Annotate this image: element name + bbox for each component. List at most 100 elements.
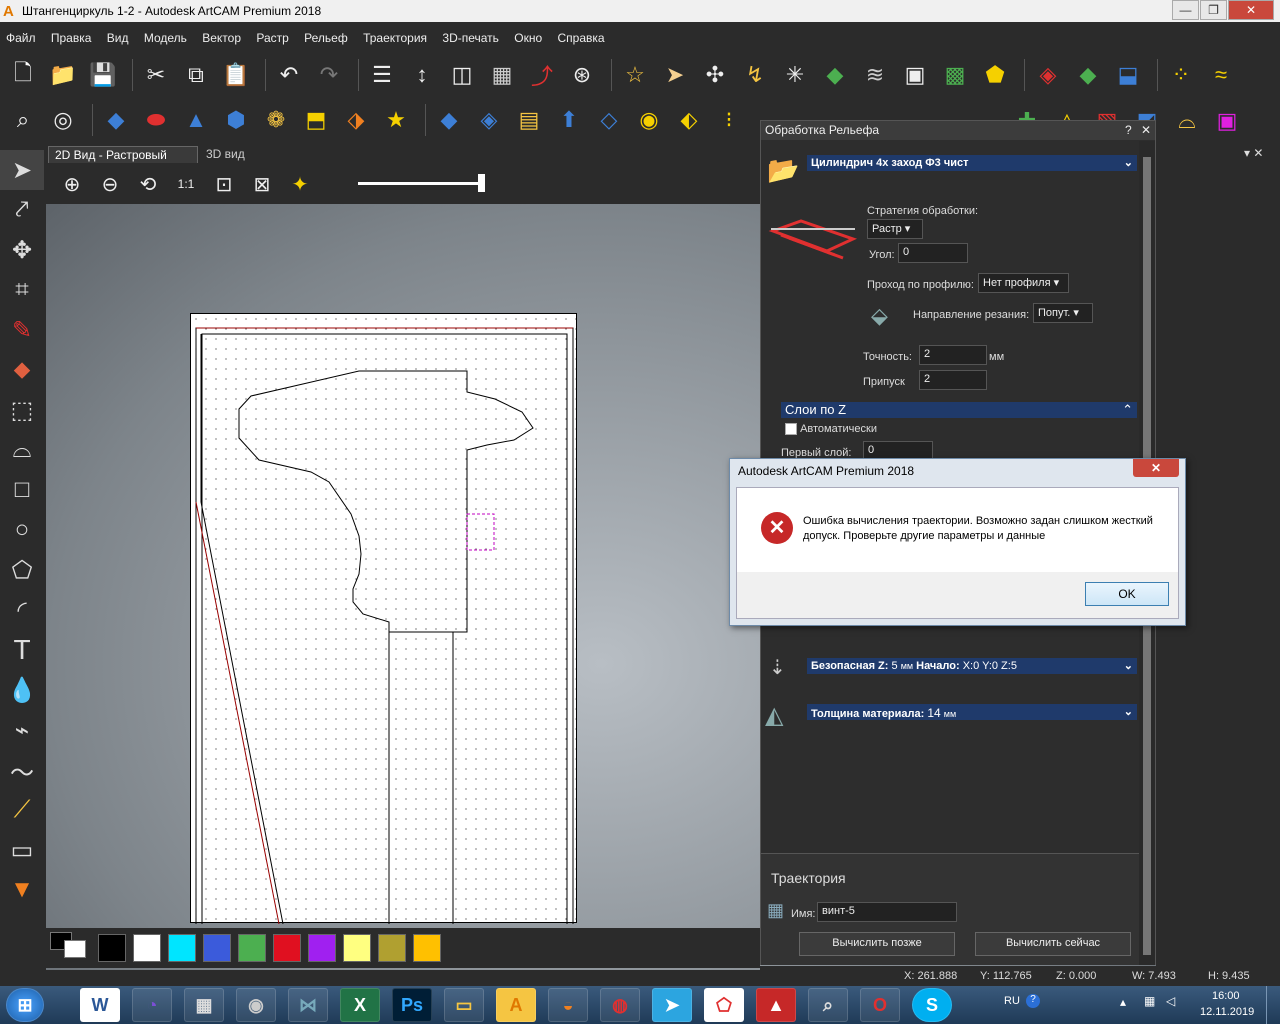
circle-icon[interactable]: ○ xyxy=(0,510,44,550)
palette-swatch[interactable] xyxy=(308,934,336,962)
paste-icon[interactable]: 📋 xyxy=(219,58,253,92)
layers-icon[interactable]: ≋ xyxy=(858,58,892,92)
angle-input[interactable]: 0 xyxy=(898,243,968,263)
extrude-icon[interactable]: ▲ xyxy=(179,103,213,137)
polyline-icon[interactable]: ⌓ xyxy=(0,430,44,470)
language-indicator[interactable]: RU xyxy=(1004,995,1020,1007)
point-relief-icon[interactable]: ⬖ xyxy=(672,103,706,137)
redo-icon[interactable]: ↷ xyxy=(312,58,346,92)
open-folder-icon[interactable]: 📁 xyxy=(46,58,80,92)
ftp-app-icon[interactable]: ◒ xyxy=(548,988,588,1022)
help-icon[interactable]: ? xyxy=(1125,123,1132,137)
dialog-close-button[interactable]: ✕ xyxy=(1133,459,1179,477)
split-relief-icon[interactable]: ◈ xyxy=(472,103,506,137)
ok-button[interactable]: OK xyxy=(1085,582,1169,606)
nodes-icon[interactable]: ⁘ xyxy=(1164,58,1198,92)
zlayers-section-header[interactable]: Слои по Z ⌃ xyxy=(781,402,1137,418)
opera-icon[interactable]: O xyxy=(860,988,900,1022)
fill-icon[interactable]: 💧 xyxy=(0,670,44,710)
zoom-slider-handle[interactable] xyxy=(478,174,485,192)
undo-icon[interactable]: ↶ xyxy=(272,58,306,92)
zoom-prev-icon[interactable]: ⟲ xyxy=(132,168,164,200)
drop-icon[interactable]: ◉ xyxy=(632,103,666,137)
network-app-icon[interactable]: ⋈ xyxy=(288,988,328,1022)
paint-icon[interactable]: 〜 xyxy=(0,750,44,790)
maximize-button[interactable]: ❐ xyxy=(1200,0,1227,20)
brush-small-icon[interactable]: ⟋ xyxy=(0,790,44,830)
menu-relief[interactable]: Рельеф xyxy=(298,27,354,49)
cut-icon[interactable]: ✂ xyxy=(139,58,173,92)
network-tray-icon[interactable]: ▦ xyxy=(1144,994,1155,1008)
zoom-select-icon[interactable]: ⌕ xyxy=(6,103,40,137)
first-layer-input[interactable]: 0 xyxy=(863,441,933,459)
grid-relief-icon[interactable]: ▩ xyxy=(938,58,972,92)
eraser-icon[interactable]: ▭ xyxy=(0,830,44,870)
volume-tray-icon[interactable]: ◁ xyxy=(1166,994,1175,1008)
toolpath-name-input[interactable]: винт-5 xyxy=(817,902,957,922)
clock-time[interactable]: 16:00 xyxy=(1212,990,1240,1002)
panel-close-icon[interactable]: ✕ xyxy=(1141,123,1151,137)
palette-swatch[interactable] xyxy=(168,934,196,962)
menu-model[interactable]: Модель xyxy=(138,27,193,49)
center-icon[interactable]: ⊛ xyxy=(565,58,599,92)
palette-swatch[interactable] xyxy=(133,934,161,962)
profile-select[interactable]: Нет профиля ▾ xyxy=(978,273,1069,293)
background-color[interactable] xyxy=(64,940,86,958)
favorites-icon[interactable]: ☆ xyxy=(618,58,652,92)
accuracy-input[interactable]: 2 xyxy=(919,345,987,365)
zoom-in-icon[interactable]: ⊕ xyxy=(56,168,88,200)
tile-icon[interactable]: ▦ xyxy=(485,58,519,92)
copy-icon[interactable]: ⧉ xyxy=(179,58,213,92)
zoom-1-1-icon[interactable]: 1:1 xyxy=(170,168,202,200)
show-desktop-button[interactable] xyxy=(1266,986,1280,1024)
zoom-out-icon[interactable]: ⊖ xyxy=(94,168,126,200)
calculator-app-icon[interactable]: ▦ xyxy=(184,988,224,1022)
menu-help[interactable]: Справка xyxy=(552,27,611,49)
warp-icon[interactable]: ⌗ xyxy=(0,270,44,310)
skype-icon[interactable]: S xyxy=(912,988,952,1022)
flat-relief-icon[interactable]: ◆ xyxy=(432,103,466,137)
rectangle-select-icon[interactable]: ⬚ xyxy=(0,390,44,430)
menu-edit[interactable]: Правка xyxy=(45,27,98,49)
tab-controls[interactable]: ▾ ✕ xyxy=(1244,146,1274,160)
show-hidden-icon[interactable]: ▴ xyxy=(1120,995,1126,1009)
yellow-relief-icon[interactable]: ⬟ xyxy=(978,58,1012,92)
pencil-icon[interactable]: ✎ xyxy=(0,310,44,350)
calculate-now-button[interactable]: Вычислить сейчас xyxy=(975,932,1131,956)
spin-icon[interactable]: ⬢ xyxy=(219,103,253,137)
start-button-icon[interactable]: ⊞ xyxy=(6,988,44,1022)
zoom-box-icon[interactable]: ⊡ xyxy=(208,168,240,200)
menu-file[interactable]: Файл xyxy=(0,27,42,49)
green-relief-icon[interactable]: ◆ xyxy=(818,58,852,92)
menu-vector[interactable]: Вектор xyxy=(196,27,247,49)
text-icon[interactable]: T xyxy=(0,630,44,670)
allowance-input[interactable]: 2 xyxy=(919,370,987,390)
autodesk-icon[interactable]: ▲ xyxy=(756,988,796,1022)
stripes-icon[interactable]: ▤ xyxy=(512,103,546,137)
tool-select-dropdown[interactable]: Цилиндрич 4х заход Ф3 чист ⌄ xyxy=(807,155,1137,171)
palette-swatch[interactable] xyxy=(413,934,441,962)
menu-window[interactable]: Окно xyxy=(508,27,548,49)
zoom-slider-track[interactable] xyxy=(358,182,482,185)
favorite-view-icon[interactable]: ✦ xyxy=(284,168,316,200)
offset-icon[interactable]: ⬗ xyxy=(339,103,373,137)
relief-clear-icon[interactable]: ◈ xyxy=(1031,58,1065,92)
menu-view[interactable]: Вид xyxy=(101,27,135,49)
menu-toolpath[interactable]: Траектория xyxy=(357,27,433,49)
media-app-icon[interactable]: ◉ xyxy=(236,988,276,1022)
new-file-icon[interactable]: 🗋 xyxy=(6,58,40,92)
raise-icon[interactable]: ⬆ xyxy=(552,103,586,137)
save-icon[interactable]: 💾 xyxy=(86,58,120,92)
star-vector-icon[interactable]: ✳ xyxy=(778,58,812,92)
magenta-box-icon[interactable]: ▣ xyxy=(1210,104,1244,138)
calculate-later-button[interactable]: Вычислить позже xyxy=(799,932,955,956)
polygon-icon[interactable]: ⬠ xyxy=(0,550,44,590)
star-relief-icon[interactable]: ★ xyxy=(379,103,413,137)
tool-folder-icon[interactable]: 📂 xyxy=(767,155,799,185)
palette-swatch[interactable] xyxy=(378,934,406,962)
photoshop-icon[interactable]: Ps xyxy=(392,988,432,1022)
zoom-fit-icon[interactable]: ⊠ xyxy=(246,168,278,200)
merge-icon[interactable]: ◇ xyxy=(592,103,626,137)
sculpt-icon[interactable]: ◎ xyxy=(46,103,80,137)
thickness-dropdown[interactable]: Толщина материала: 14 мм ⌄ xyxy=(807,704,1137,720)
